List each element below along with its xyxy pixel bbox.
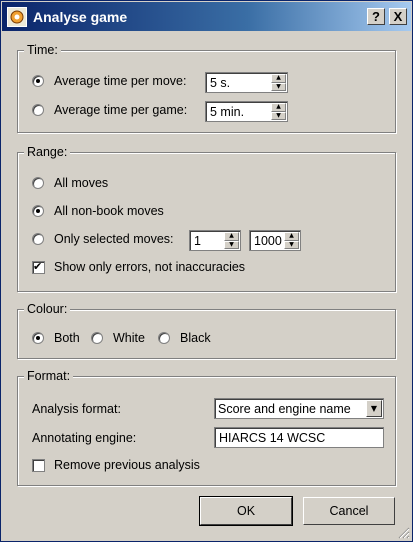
format-legend: Format: bbox=[24, 369, 74, 383]
colour-black-radio[interactable] bbox=[158, 332, 170, 344]
spin-up-icon[interactable]: ▲ bbox=[271, 74, 286, 83]
spin-down-icon[interactable]: ▼ bbox=[271, 82, 286, 91]
remove-previous-analysis-checkbox[interactable] bbox=[32, 459, 45, 472]
close-button[interactable]: X bbox=[389, 8, 407, 25]
show-only-errors-label: Show only errors, not inaccuracies bbox=[54, 260, 246, 274]
colour-black-label: Black bbox=[180, 331, 211, 345]
colour-legend: Colour: bbox=[24, 302, 71, 316]
colour-both-label: Both bbox=[54, 331, 80, 345]
time-per-move-spinner[interactable]: 5 s. ▲ ▼ bbox=[205, 72, 288, 93]
help-button[interactable]: ? bbox=[367, 8, 385, 25]
from-move-value: 1 bbox=[194, 234, 201, 248]
analysis-format-value: Score and engine name bbox=[218, 402, 351, 416]
title-bar[interactable]: Analyse game ? X bbox=[2, 2, 411, 31]
from-move-spinner[interactable]: 1 ▲ ▼ bbox=[189, 230, 241, 251]
colour-white-radio[interactable] bbox=[91, 332, 103, 344]
colour-white-label: White bbox=[113, 331, 145, 345]
only-selected-moves-radio[interactable] bbox=[32, 233, 44, 245]
cancel-button[interactable]: Cancel bbox=[303, 497, 395, 525]
range-group: Range: All moves All non-book moves Only… bbox=[17, 145, 396, 292]
time-per-game-value: 5 min. bbox=[210, 105, 245, 119]
all-moves-radio[interactable] bbox=[32, 177, 44, 189]
only-selected-moves-label: Only selected moves: bbox=[54, 232, 174, 246]
format-group: Format: Analysis format: Score and engin… bbox=[17, 369, 396, 486]
ok-button[interactable]: OK bbox=[199, 496, 293, 526]
range-legend: Range: bbox=[24, 145, 71, 159]
spin-up-icon[interactable]: ▲ bbox=[271, 103, 286, 112]
analysis-format-label: Analysis format: bbox=[32, 402, 121, 416]
resize-grip-icon[interactable] bbox=[398, 527, 410, 539]
colour-group: Colour: Both White Black bbox=[17, 302, 396, 359]
spin-down-icon[interactable]: ▼ bbox=[224, 240, 239, 249]
annotating-engine-field[interactable]: HIARCS 14 WCSC bbox=[214, 427, 384, 448]
avg-time-per-game-label: Average time per game: bbox=[54, 103, 188, 117]
annotating-engine-value: HIARCS 14 WCSC bbox=[219, 431, 326, 445]
remove-previous-analysis-label: Remove previous analysis bbox=[54, 458, 200, 472]
annotating-engine-label: Annotating engine: bbox=[32, 431, 137, 445]
spin-down-icon[interactable]: ▼ bbox=[284, 240, 299, 249]
to-move-spinner[interactable]: 1000 ▲ ▼ bbox=[249, 230, 301, 251]
show-only-errors-checkbox[interactable] bbox=[32, 260, 45, 274]
spin-up-icon[interactable]: ▲ bbox=[224, 232, 239, 241]
chevron-down-icon[interactable]: ▼ bbox=[366, 400, 382, 417]
time-per-game-spinner[interactable]: 5 min. ▲ ▼ bbox=[205, 101, 288, 122]
colour-both-radio[interactable] bbox=[32, 332, 44, 344]
spin-up-icon[interactable]: ▲ bbox=[284, 232, 299, 241]
avg-time-per-game-radio[interactable] bbox=[32, 104, 44, 116]
avg-time-per-move-radio[interactable] bbox=[32, 75, 44, 87]
avg-time-per-move-label: Average time per move: bbox=[54, 74, 187, 88]
spin-down-icon[interactable]: ▼ bbox=[271, 111, 286, 120]
all-non-book-moves-label: All non-book moves bbox=[54, 204, 164, 218]
all-non-book-moves-radio[interactable] bbox=[32, 205, 44, 217]
to-move-value: 1000 bbox=[254, 234, 282, 248]
time-group: Time: Average time per move: 5 s. ▲ ▼ Ave… bbox=[17, 43, 396, 133]
analysis-format-select[interactable]: Score and engine name ▼ bbox=[214, 398, 384, 419]
analyse-game-dialog: Analyse game ? X Time: Average time per … bbox=[0, 0, 413, 542]
time-per-move-value: 5 s. bbox=[210, 76, 231, 90]
window-title: Analyse game bbox=[33, 9, 128, 25]
app-icon bbox=[7, 7, 27, 27]
all-moves-label: All moves bbox=[54, 176, 109, 190]
time-legend: Time: bbox=[24, 43, 61, 57]
